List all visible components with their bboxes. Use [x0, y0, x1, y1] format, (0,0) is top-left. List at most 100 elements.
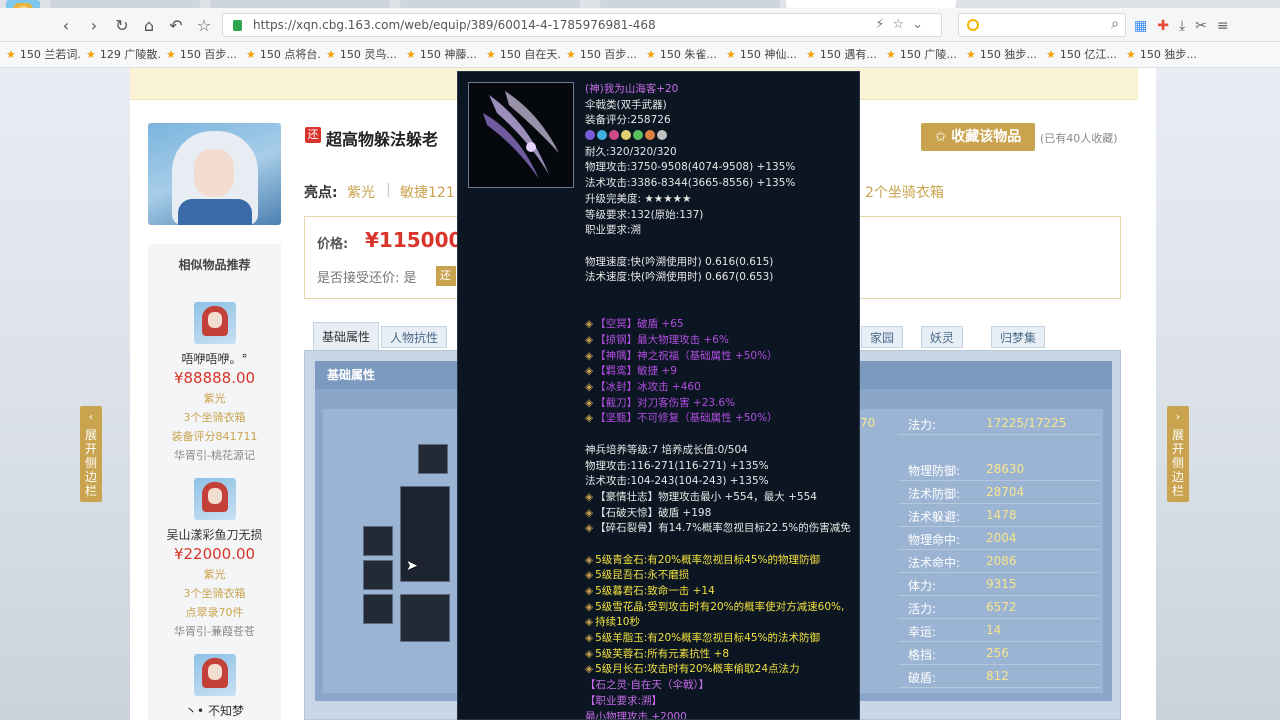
- expand-right-sidebar[interactable]: › 展开侧边栏: [1167, 406, 1189, 502]
- browser-tab-active[interactable]: [786, 0, 956, 8]
- browser-tab[interactable]: [400, 0, 580, 8]
- tab-guimengji[interactable]: 归梦集: [991, 326, 1046, 348]
- stat-value: 6572: [986, 600, 1017, 614]
- bookmark-star-icon: ★: [406, 48, 416, 61]
- tooltip-line-text: 物理攻击:3750-9508(4074-9508) +135%: [585, 161, 796, 174]
- tab-home[interactable]: 家园: [861, 326, 904, 348]
- bookmark-item[interactable]: ★ 150 百步...: [560, 42, 640, 67]
- bullet-icon: ◈: [585, 365, 594, 378]
- bookmark-item[interactable]: ★ 150 广陵...: [880, 42, 960, 67]
- stat-row: 格挡: 256: [898, 642, 1100, 665]
- forward-icon[interactable]: ›: [84, 16, 104, 36]
- tooltip-line-text: 【豪情壮志】物理攻击最小 +554，最大 +554: [595, 490, 817, 503]
- url-input[interactable]: https://xqn.cbg.163.com/web/equip/389/60…: [222, 13, 942, 37]
- tooltip-line: ◈ 5级羊脂玉:有20%概率忽视目标45%的法术防御: [585, 631, 855, 647]
- browser-tab[interactable]: [600, 0, 780, 8]
- tab-basic-attributes[interactable]: 基础属性: [313, 322, 380, 350]
- bookmark-item[interactable]: ★ 150 独步...: [960, 42, 1040, 67]
- equipment-slot[interactable]: [363, 526, 393, 556]
- tooltip-line: ◈ 【掠钢】最大物理攻击 +6%: [585, 333, 855, 349]
- tab-character-resistance[interactable]: 人物抗性: [381, 326, 448, 348]
- bookmark-item[interactable]: ★129 广陵散...: [80, 42, 160, 67]
- similar-item[interactable]: 吴山漾彩鱼刀无损 ¥22000.00 紫光 3个坐骑衣箱 点翠录70件 华胥引-…: [148, 478, 281, 639]
- bookmark-item[interactable]: ★150 兰若词...: [0, 42, 80, 67]
- toolbar-icons[interactable]: ▦✚⤓✂≡: [1134, 18, 1239, 34]
- tooltip-line: ◈ 【截刀】对刀客伤害 +23.6%: [585, 396, 855, 412]
- bookmark-star-icon: ★: [646, 48, 656, 61]
- bookmark-label: 150 灵鸟...: [339, 48, 397, 61]
- url-actions[interactable]: ⚡☆⌄: [875, 17, 931, 32]
- home-icon[interactable]: ⌂: [139, 16, 159, 36]
- back-icon[interactable]: ‹: [56, 16, 76, 36]
- tooltip-line-text: 5级青金石:有20%概率忽视目标45%的物理防御: [595, 553, 820, 566]
- bookmark-item[interactable]: ★150 自在天...: [480, 42, 560, 67]
- bookmark-item[interactable]: ★ 150 神仙...: [720, 42, 800, 67]
- undo-icon[interactable]: ↶: [166, 16, 186, 36]
- browser-tab[interactable]: [210, 0, 390, 8]
- bookmark-item[interactable]: ★ 150 神藤...: [400, 42, 480, 67]
- stat-label: 法术躲避:: [908, 510, 961, 524]
- bookmark-item[interactable]: ★ 150 独步...: [1120, 42, 1200, 67]
- stat-label: 活力:: [908, 602, 937, 616]
- bullet-icon: ◈: [585, 506, 594, 519]
- favorite-button[interactable]: ✩ 收藏该物品: [921, 123, 1035, 151]
- stat-row: 法力: 17225/17225: [898, 412, 1100, 435]
- bookmark-star-icon: ★: [166, 48, 176, 61]
- bookmark-item[interactable]: ★ 150 亿江...: [1040, 42, 1120, 67]
- bookmark-item[interactable]: ★ 150 朱雀...: [640, 42, 720, 67]
- equipment-slot[interactable]: [363, 560, 393, 590]
- similar-item[interactable]: 唔咿唔咿。° ¥88888.00 紫光 3个坐骑衣箱 装备评分841711 华胥…: [148, 302, 281, 463]
- similar-avatar[interactable]: [193, 654, 236, 696]
- browser-tab[interactable]: [50, 0, 200, 8]
- similar-name[interactable]: 丶• 不知梦: [148, 702, 281, 719]
- tooltip-line-text: 【羁鸾】敏捷 +9: [595, 365, 677, 378]
- stat-value: 812: [986, 669, 1009, 683]
- search-input[interactable]: ⌕: [958, 13, 1126, 37]
- reload-icon[interactable]: ↻: [112, 16, 132, 36]
- similar-highlight: 3个坐骑衣箱: [183, 587, 246, 600]
- tab-yaoling[interactable]: 妖灵: [921, 326, 964, 348]
- bargain-button[interactable]: 还: [436, 266, 456, 286]
- stat-label: 体力:: [908, 579, 937, 593]
- bookmark-item[interactable]: ★ 150 百步...: [160, 42, 240, 67]
- similar-avatar[interactable]: [193, 478, 236, 520]
- tooltip-line: [585, 239, 855, 255]
- stat-label: 幸运:: [908, 625, 937, 639]
- bookmarks-bar: ★150 兰若词...★129 广陵散...★150 百步...★150 点将台…: [0, 42, 1280, 68]
- tooltip-line-text: 【空冥】破盾 +65: [595, 318, 684, 331]
- expand-left-sidebar[interactable]: ‹ 展开侧边栏: [80, 406, 102, 502]
- tooltip-line: ◈ 5级昆吾石:永不磨损: [585, 568, 855, 584]
- equipment-slot[interactable]: [363, 594, 393, 624]
- bookmark-item[interactable]: ★ 150 灵鸟...: [320, 42, 400, 67]
- equipment-slot[interactable]: [400, 594, 450, 642]
- tooltip-line: 法术攻击:3386-8344(3665-8556) +135%: [585, 176, 855, 192]
- gem-icon: [657, 130, 667, 141]
- tooltip-line: ◈ 【空冥】破盾 +65: [585, 317, 855, 333]
- search-icon[interactable]: ⌕: [1111, 16, 1119, 32]
- bookmark-item[interactable]: ★150 点将台...: [240, 42, 320, 67]
- similar-name[interactable]: 吴山漾彩鱼刀无损: [148, 526, 281, 543]
- favorite-star-icon[interactable]: ☆: [194, 16, 214, 36]
- similar-name[interactable]: 唔咿唔咿。°: [148, 350, 281, 367]
- tooltip-line-text: 【石之灵·自在天（伞戟）】: [585, 679, 710, 692]
- favorite-count: (已有40人收藏): [1040, 132, 1118, 145]
- similar-item[interactable]: 丶• 不知梦: [148, 654, 281, 719]
- bookmark-item[interactable]: ★ 150 遇有...: [800, 42, 880, 67]
- chevron-left-icon: ‹: [88, 410, 94, 423]
- stat-label: 格挡:: [908, 648, 937, 662]
- tooltip-line-text: 【冰封】冰攻击 +460: [595, 381, 701, 394]
- stat-row: 活力: 6572: [898, 596, 1100, 619]
- tooltip-line-text: 伞戟类(双手武器): [585, 98, 667, 111]
- bookmark-label: 150 广陵...: [899, 48, 957, 61]
- tooltip-line: 法术速度:快(吟溯使用时) 0.667(0.653): [585, 270, 855, 286]
- similar-avatar[interactable]: [193, 302, 236, 344]
- tooltip-line-text: 5级昆吾石:永不磨损: [595, 569, 690, 582]
- bookmark-label: 129 广陵散...: [99, 48, 160, 61]
- tooltip-line-text: (神)我为山海客+20: [585, 83, 679, 95]
- tooltip-line: ◈ 5级青金石:有20%概率忽视目标45%的物理防御: [585, 553, 855, 569]
- bullet-icon: ◈: [585, 663, 594, 676]
- tooltip-line: ◈ 5级月长石:攻击时有20%概率偷取24点法力: [585, 662, 855, 678]
- tooltip-line: 物理攻击:116-271(116-271) +135%: [585, 459, 855, 475]
- equipment-slot[interactable]: [418, 444, 448, 474]
- tooltip-line-text: 法术攻击:104-243(104-243) +135%: [585, 475, 769, 488]
